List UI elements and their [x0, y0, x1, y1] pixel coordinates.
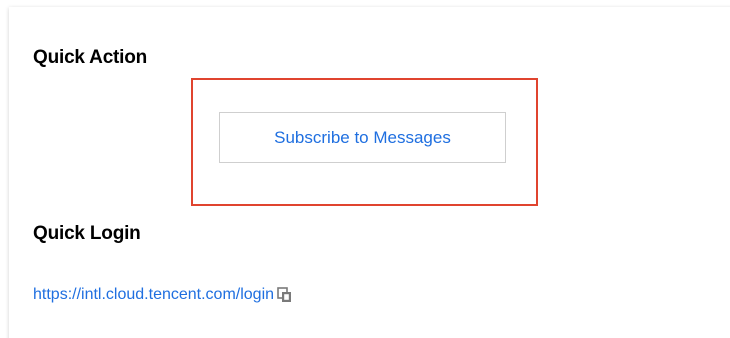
subscribe-to-messages-button[interactable]: Subscribe to Messages — [219, 112, 506, 163]
page: Quick Action Subscribe to Messages Quick… — [0, 0, 730, 338]
copy-icon[interactable] — [277, 287, 293, 303]
quick-login-title: Quick Login — [33, 223, 141, 244]
login-url-link[interactable]: https://intl.cloud.tencent.com/login — [33, 286, 274, 304]
quick-action-title: Quick Action — [33, 47, 148, 68]
login-url-row: https://intl.cloud.tencent.com/login — [33, 286, 293, 304]
